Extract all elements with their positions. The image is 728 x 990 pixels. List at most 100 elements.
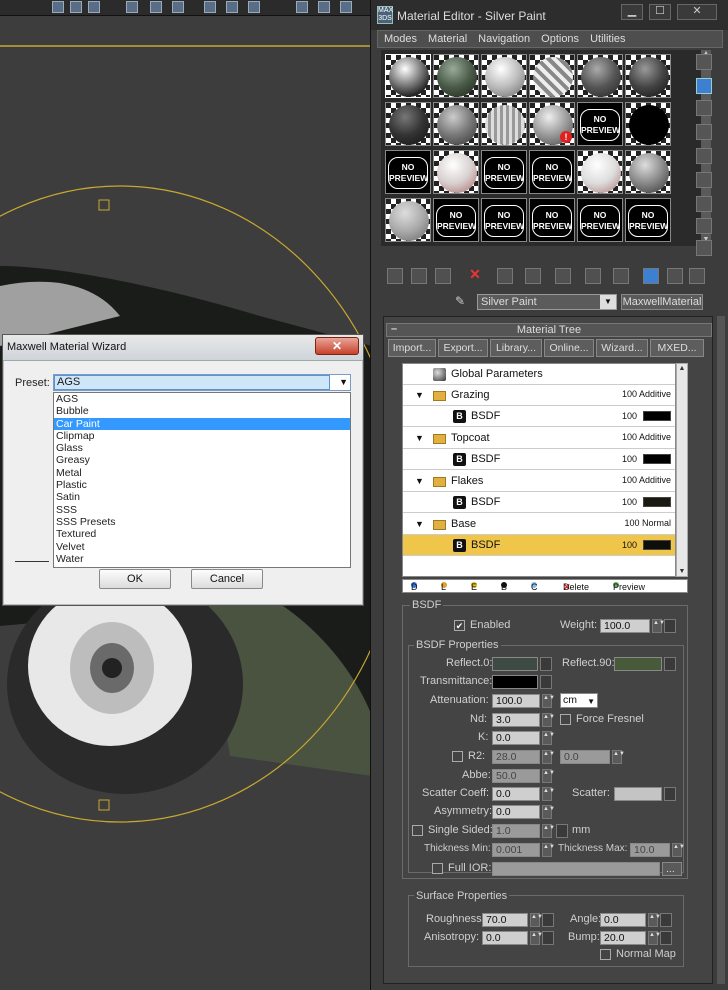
options-icon[interactable] [696, 196, 712, 212]
toolbar-snap-icon[interactable] [296, 1, 308, 13]
make-preview-icon[interactable] [696, 172, 712, 188]
r2-second-field[interactable]: 0.0 [560, 750, 610, 764]
single-sided-map-button[interactable] [556, 824, 568, 838]
sample-slot[interactable] [481, 102, 527, 146]
video-color-check-icon[interactable] [696, 148, 712, 164]
material-navigator-icon[interactable] [696, 240, 712, 256]
angle-field[interactable]: 0.0 [600, 913, 646, 927]
tree-row-layer[interactable]: ▼ Base 100 Normal [403, 514, 675, 535]
toolbar-link-icon[interactable] [52, 1, 64, 13]
weight-field[interactable]: 100.0 [600, 619, 650, 633]
thickness-max-field[interactable]: 10.0 [630, 843, 670, 857]
r2-spinner[interactable]: ▲▼ [542, 750, 555, 764]
make-unique-icon[interactable] [525, 268, 541, 284]
sample-slot[interactable] [625, 102, 671, 146]
material-tree-header[interactable]: – Material Tree [386, 323, 712, 337]
single-sided-field[interactable]: 1.0 [492, 824, 540, 838]
scroll-up-icon[interactable]: ▲ [677, 365, 687, 372]
menu-modes[interactable]: Modes [378, 31, 422, 45]
background-checker-icon[interactable] [696, 100, 712, 116]
expand-triangle-icon[interactable]: ▼ [415, 476, 424, 486]
tree-row-layer[interactable]: ▼ Grazing 100 Additive [403, 385, 675, 406]
weight-map-button[interactable] [664, 619, 676, 633]
transmittance-color-swatch[interactable] [492, 675, 538, 689]
tree-row-global-parameters[interactable]: Global Parameters [403, 364, 675, 385]
asymmetry-spinner[interactable]: ▲▼ [542, 805, 555, 819]
tree-row-bsdf[interactable]: B BSDF 100 [403, 492, 675, 513]
toolbar-unlink-icon[interactable] [70, 1, 82, 13]
scroll-down-icon[interactable]: ▼ [677, 568, 687, 575]
nd-spinner[interactable]: ▲▼ [542, 713, 555, 727]
menu-navigation[interactable]: Navigation [472, 31, 535, 45]
material-editor-scrollbar[interactable] [717, 316, 725, 984]
thickness-min-spinner[interactable]: ▲▼ [542, 843, 555, 857]
toolbar-percent-snap-icon[interactable] [340, 1, 352, 13]
maximize-button[interactable]: ☐ [649, 4, 671, 20]
sample-slot[interactable] [577, 150, 623, 194]
sample-slot-no-preview[interactable]: NO PREVIEW [625, 198, 671, 242]
close-button[interactable]: ✕ [677, 4, 717, 20]
tree-row-bsdf[interactable]: B BSDF 100 [403, 406, 675, 427]
sample-slot-no-preview[interactable]: NO PREVIEW [385, 150, 431, 194]
sample-slot-no-preview[interactable]: NO PREVIEW [529, 150, 575, 194]
roughness-field[interactable]: 70.0 [482, 913, 528, 927]
attenuation-unit-dropdown[interactable]: cm ▼ [560, 693, 598, 708]
sample-slot[interactable] [529, 54, 575, 98]
preset-dropdown[interactable]: AGS ▼ [53, 374, 351, 391]
transmittance-map-button[interactable] [540, 675, 552, 689]
sample-slot[interactable] [385, 102, 431, 146]
sample-slot-no-preview[interactable]: NO PREVIEW [529, 198, 575, 242]
bump-spinner[interactable]: ▲▼ [648, 931, 661, 945]
wizard-button[interactable]: Wizard... [596, 339, 648, 357]
sample-slot-no-preview[interactable]: NO PREVIEW [433, 198, 479, 242]
normal-map-checkbox[interactable] [600, 949, 611, 960]
enabled-checkbox[interactable]: ✔ [454, 620, 465, 631]
sample-slot[interactable] [433, 150, 479, 194]
bump-map-button[interactable] [660, 931, 672, 945]
ok-button[interactable]: OK [99, 569, 171, 589]
toolbar-angle-snap-icon[interactable] [318, 1, 330, 13]
toolbar-region-icon[interactable] [172, 1, 184, 13]
expand-triangle-icon[interactable]: ▼ [415, 390, 424, 400]
toolbar-select-name-icon[interactable] [150, 1, 162, 13]
toolbar-rotate-icon[interactable] [226, 1, 238, 13]
make-copy-icon[interactable] [497, 268, 513, 284]
angle-map-button[interactable] [660, 913, 672, 927]
preset-option-plastic[interactable]: Plastic [54, 479, 350, 491]
reflect0-color-swatch[interactable] [492, 657, 538, 671]
put-to-library-icon[interactable] [555, 268, 571, 284]
scatter-color-swatch[interactable] [614, 787, 662, 801]
single-sided-checkbox[interactable] [412, 825, 423, 836]
wizard-titlebar[interactable]: Maxwell Material Wizard ✕ [3, 335, 363, 361]
tree-row-bsdf-selected[interactable]: B BSDF 100 [403, 535, 675, 556]
menu-material[interactable]: Material [422, 31, 472, 45]
preset-option-car-paint[interactable]: Car Paint [54, 417, 350, 430]
toolbar-bind-icon[interactable] [88, 1, 100, 13]
go-to-parent-icon[interactable] [667, 268, 683, 284]
asymmetry-field[interactable]: 0.0 [492, 805, 540, 819]
sample-slot-no-preview[interactable]: NO PREVIEW [481, 150, 527, 194]
reflect0-map-button[interactable] [540, 657, 552, 671]
get-material-icon[interactable] [387, 268, 403, 284]
preset-option-sss-presets[interactable]: SSS Presets [54, 516, 350, 528]
minimize-button[interactable]: ▁ [621, 4, 643, 20]
backlight-icon[interactable] [696, 78, 712, 94]
toolbar-scale-icon[interactable] [248, 1, 260, 13]
mxed-button[interactable]: MXED... [650, 339, 704, 357]
material-id-channel-icon[interactable] [585, 268, 601, 284]
tree-row-layer[interactable]: ▼ Topcoat 100 Additive [403, 428, 675, 449]
sample-slot[interactable] [481, 54, 527, 98]
anisotropy-map-button[interactable] [542, 931, 554, 945]
k-field[interactable]: 0.0 [492, 731, 540, 745]
full-ior-checkbox[interactable] [432, 863, 443, 874]
put-to-scene-icon[interactable] [411, 268, 427, 284]
delete-icon[interactable]: ✕ [467, 267, 483, 284]
select-by-material-icon[interactable] [696, 218, 712, 234]
material-tree-view[interactable]: Global Parameters ▼ Grazing 100 Additive… [402, 363, 676, 577]
show-end-result-icon[interactable] [643, 268, 659, 284]
preset-option-ags[interactable]: AGS [54, 393, 350, 405]
full-ior-browse-button[interactable]: ... [662, 862, 682, 876]
tree-row-bsdf[interactable]: B BSDF 100 [403, 449, 675, 470]
preset-option-textured[interactable]: Textured [54, 528, 350, 540]
material-tree-scrollbar[interactable]: ▲ ▼ [676, 363, 688, 577]
